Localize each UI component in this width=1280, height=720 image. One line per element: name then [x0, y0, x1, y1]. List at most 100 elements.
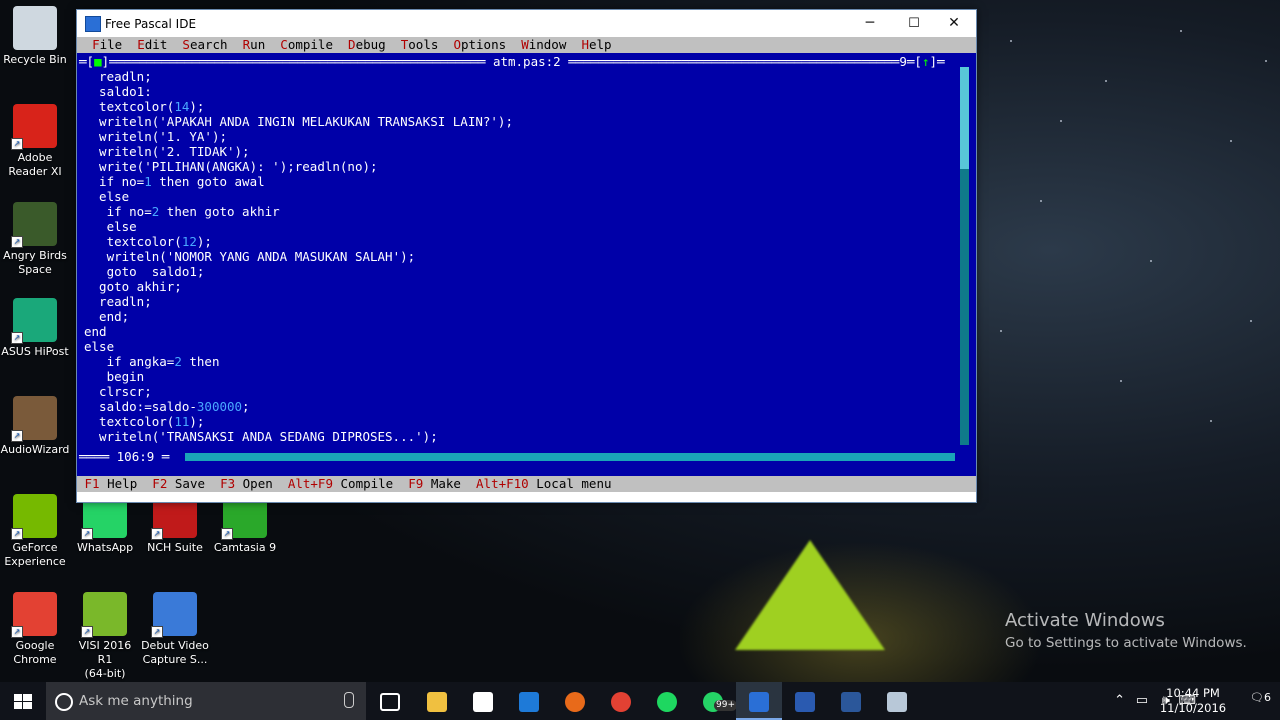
menu-label: ptions: [460, 37, 507, 52]
menu-label: indow: [528, 37, 567, 52]
activate-title: Activate Windows: [1005, 610, 1165, 631]
fn-key: Alt+F9: [287, 476, 333, 491]
windows-start-icon[interactable]: [8, 690, 38, 714]
editor-close-box[interactable]: [■]: [87, 54, 110, 69]
desktop-icon[interactable]: ↗ Adobe Reader XI: [0, 104, 70, 179]
microphone-icon[interactable]: [344, 692, 354, 708]
title-bar[interactable]: Free Pascal IDE ─ ☐ ✕: [77, 10, 976, 37]
fn-key-hint[interactable]: F1 Help: [85, 476, 138, 491]
menu-item[interactable]: Run: [243, 37, 266, 52]
code-line: writeln('TRANSAKSI ANDA SEDANG DIPROSES.…: [84, 429, 954, 444]
taskbar-app-button[interactable]: [736, 682, 782, 720]
code-number: 2: [174, 354, 182, 369]
store-icon: [473, 691, 493, 712]
taskbar-app-button[interactable]: [506, 682, 552, 720]
menu-hotkey: C: [280, 37, 288, 52]
chrome-icon: ↗: [11, 592, 57, 638]
menu-item[interactable]: Window: [521, 37, 566, 52]
taskbar-app-button[interactable]: [828, 682, 874, 720]
free-pascal-ide-window[interactable]: Free Pascal IDE ─ ☐ ✕ File Edit Search R…: [76, 9, 977, 503]
firefox-icon: [565, 691, 585, 712]
code-text: then goto awal: [151, 174, 265, 189]
editor-window[interactable]: ═[■]════════════════════════════════════…: [77, 53, 976, 464]
desktop-icon[interactable]: ↗ WhatsApp: [70, 494, 140, 555]
maximize-button[interactable]: ☐: [892, 10, 936, 37]
menu-item[interactable]: Help: [581, 37, 611, 52]
menu-item[interactable]: Edit: [137, 37, 167, 52]
menu-item[interactable]: Options: [453, 37, 506, 52]
vertical-scroll-thumb[interactable]: [960, 67, 969, 169]
menu-hotkey: D: [348, 37, 356, 52]
desktop-icon[interactable]: ↗ VISI 2016 R1 (64-bit): [70, 592, 140, 681]
desktop-icon[interactable]: Recycle Bin: [0, 6, 70, 67]
menu-item[interactable]: File: [92, 37, 122, 52]
action-center-button[interactable]: 🗨6: [1250, 691, 1272, 709]
clock[interactable]: 10:44 PM 11/10/2016: [1158, 686, 1228, 716]
fn-key-label: Make: [430, 476, 461, 491]
desktop-icon[interactable]: ↗ Debut Video Capture S...: [140, 592, 210, 667]
code-text: ;: [242, 399, 250, 414]
fn-key-hint[interactable]: F2 Save: [152, 476, 205, 491]
code-area[interactable]: readln; saldo1: textcolor(14); writeln('…: [84, 69, 954, 444]
close-button[interactable]: ✕: [932, 10, 976, 37]
taskbar-app-button[interactable]: [598, 682, 644, 720]
code-number: 14: [174, 99, 190, 114]
shortcut-arrow-icon: ↗: [11, 528, 23, 540]
notification-icon: 🗨: [1250, 691, 1264, 704]
code-text: then goto akhir: [159, 204, 280, 219]
menu-item[interactable]: Search: [182, 37, 227, 52]
fn-key-hint[interactable]: F3 Open: [220, 476, 273, 491]
activate-subtitle: Go to Settings to activate Windows.: [1005, 635, 1247, 651]
chevron-up-icon[interactable]: ⌃: [1114, 693, 1125, 708]
minimize-button[interactable]: ─: [848, 10, 892, 37]
taskbar-app-button[interactable]: [414, 682, 460, 720]
fn-key-hint[interactable]: Alt+F10 Local menu: [476, 476, 611, 491]
code-text: );: [189, 99, 205, 114]
fn-key-hint[interactable]: F9 Make: [408, 476, 461, 491]
desktop-icon[interactable]: ↗ Camtasia 9: [210, 494, 280, 555]
editor-zoom-box[interactable]: [↑]: [914, 54, 937, 69]
code-string: '2. TIDAK': [159, 144, 235, 159]
horizontal-scrollbar[interactable]: [185, 453, 955, 461]
fn-key-hint[interactable]: Alt+F9 Compile: [288, 476, 393, 491]
taskbar-app-button[interactable]: [552, 682, 598, 720]
menu-hotkey: W: [521, 37, 529, 52]
code-line: else: [84, 339, 954, 354]
desktop-icon[interactable]: ↗ GeForce Experience: [0, 494, 70, 569]
search-placeholder: Ask me anything: [79, 693, 193, 709]
code-text: else: [84, 219, 137, 234]
cortana-search-box[interactable]: Ask me anything: [46, 682, 366, 720]
taskbar-app-button[interactable]: [874, 682, 920, 720]
code-text: );: [422, 429, 438, 444]
fn-key-label: Compile: [340, 476, 394, 491]
taskbar-app-button[interactable]: [644, 682, 690, 720]
menu-hotkey: H: [581, 37, 589, 52]
menu-bar: File Edit Search Run Compile Debug Tools…: [77, 37, 976, 53]
desktop-icon-label: Recycle Bin: [3, 53, 67, 66]
taskbar-app-button[interactable]: [782, 682, 828, 720]
desktop-icon[interactable]: ↗ NCH Suite: [140, 494, 210, 555]
taskbar-app-button[interactable]: [460, 682, 506, 720]
menu-hotkey: F: [92, 37, 100, 52]
menu-label: earch: [189, 37, 228, 52]
menu-item[interactable]: Debug: [348, 37, 386, 52]
battery-icon[interactable]: ▭: [1136, 693, 1148, 708]
taskbar-app-button[interactable]: [367, 682, 413, 720]
editor-window-number: 9: [899, 54, 907, 69]
debut-icon: ↗: [151, 592, 197, 638]
menu-item[interactable]: Tools: [401, 37, 439, 52]
desktop-icon-label: NCH Suite: [147, 541, 203, 554]
desktop-icon[interactable]: ↗ Angry Birds Space: [0, 202, 70, 277]
menu-label: un: [250, 37, 266, 52]
vertical-scrollbar[interactable]: [960, 67, 969, 445]
desktop-icon[interactable]: ↗ AudioWizard: [0, 396, 70, 457]
task-view-icon: [380, 692, 400, 711]
code-text: textcolor(: [84, 234, 182, 249]
tent-image: [735, 540, 885, 650]
taskbar-app-button[interactable]: 99+: [690, 682, 737, 720]
desktop-icon[interactable]: ↗ Google Chrome: [0, 592, 70, 667]
code-number: 1: [144, 174, 152, 189]
menu-item[interactable]: Compile: [280, 37, 333, 52]
code-text: begin: [84, 369, 145, 384]
desktop-icon[interactable]: ↗ ASUS HiPost: [0, 298, 70, 359]
